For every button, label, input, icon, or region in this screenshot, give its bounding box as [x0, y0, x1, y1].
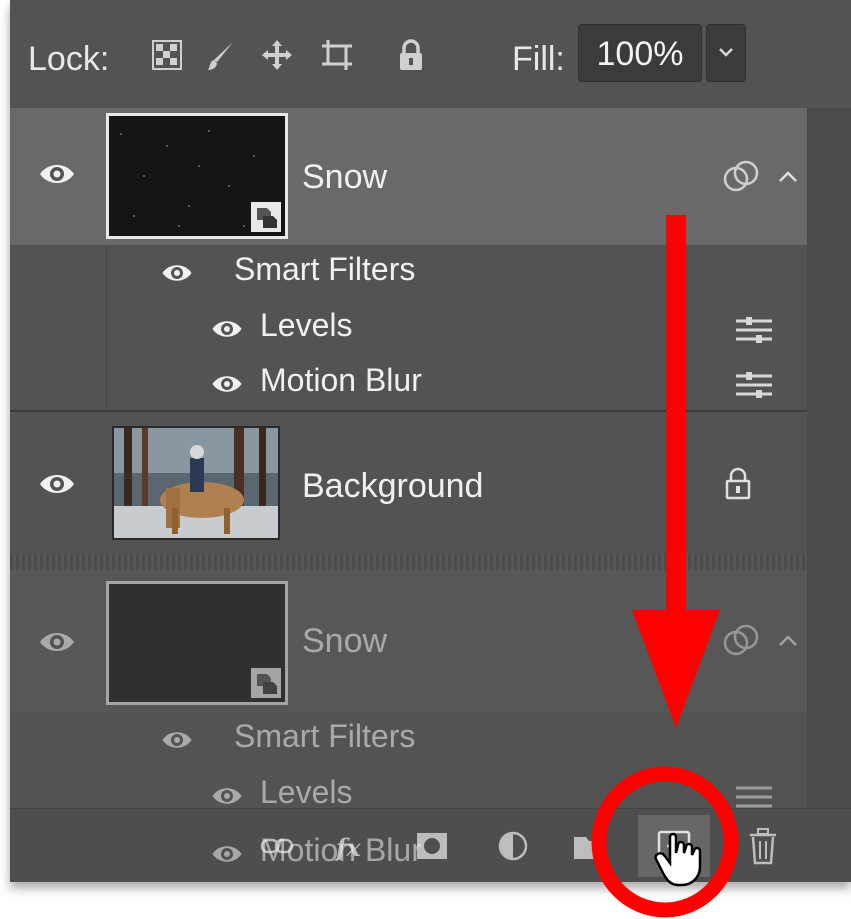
annotation-overlay [591, 215, 739, 918]
annotation-circle [591, 766, 739, 918]
annotation-arrow-head [632, 610, 720, 728]
hand-cursor-icon [654, 832, 702, 887]
annotation-arrow-shaft [666, 215, 686, 645]
